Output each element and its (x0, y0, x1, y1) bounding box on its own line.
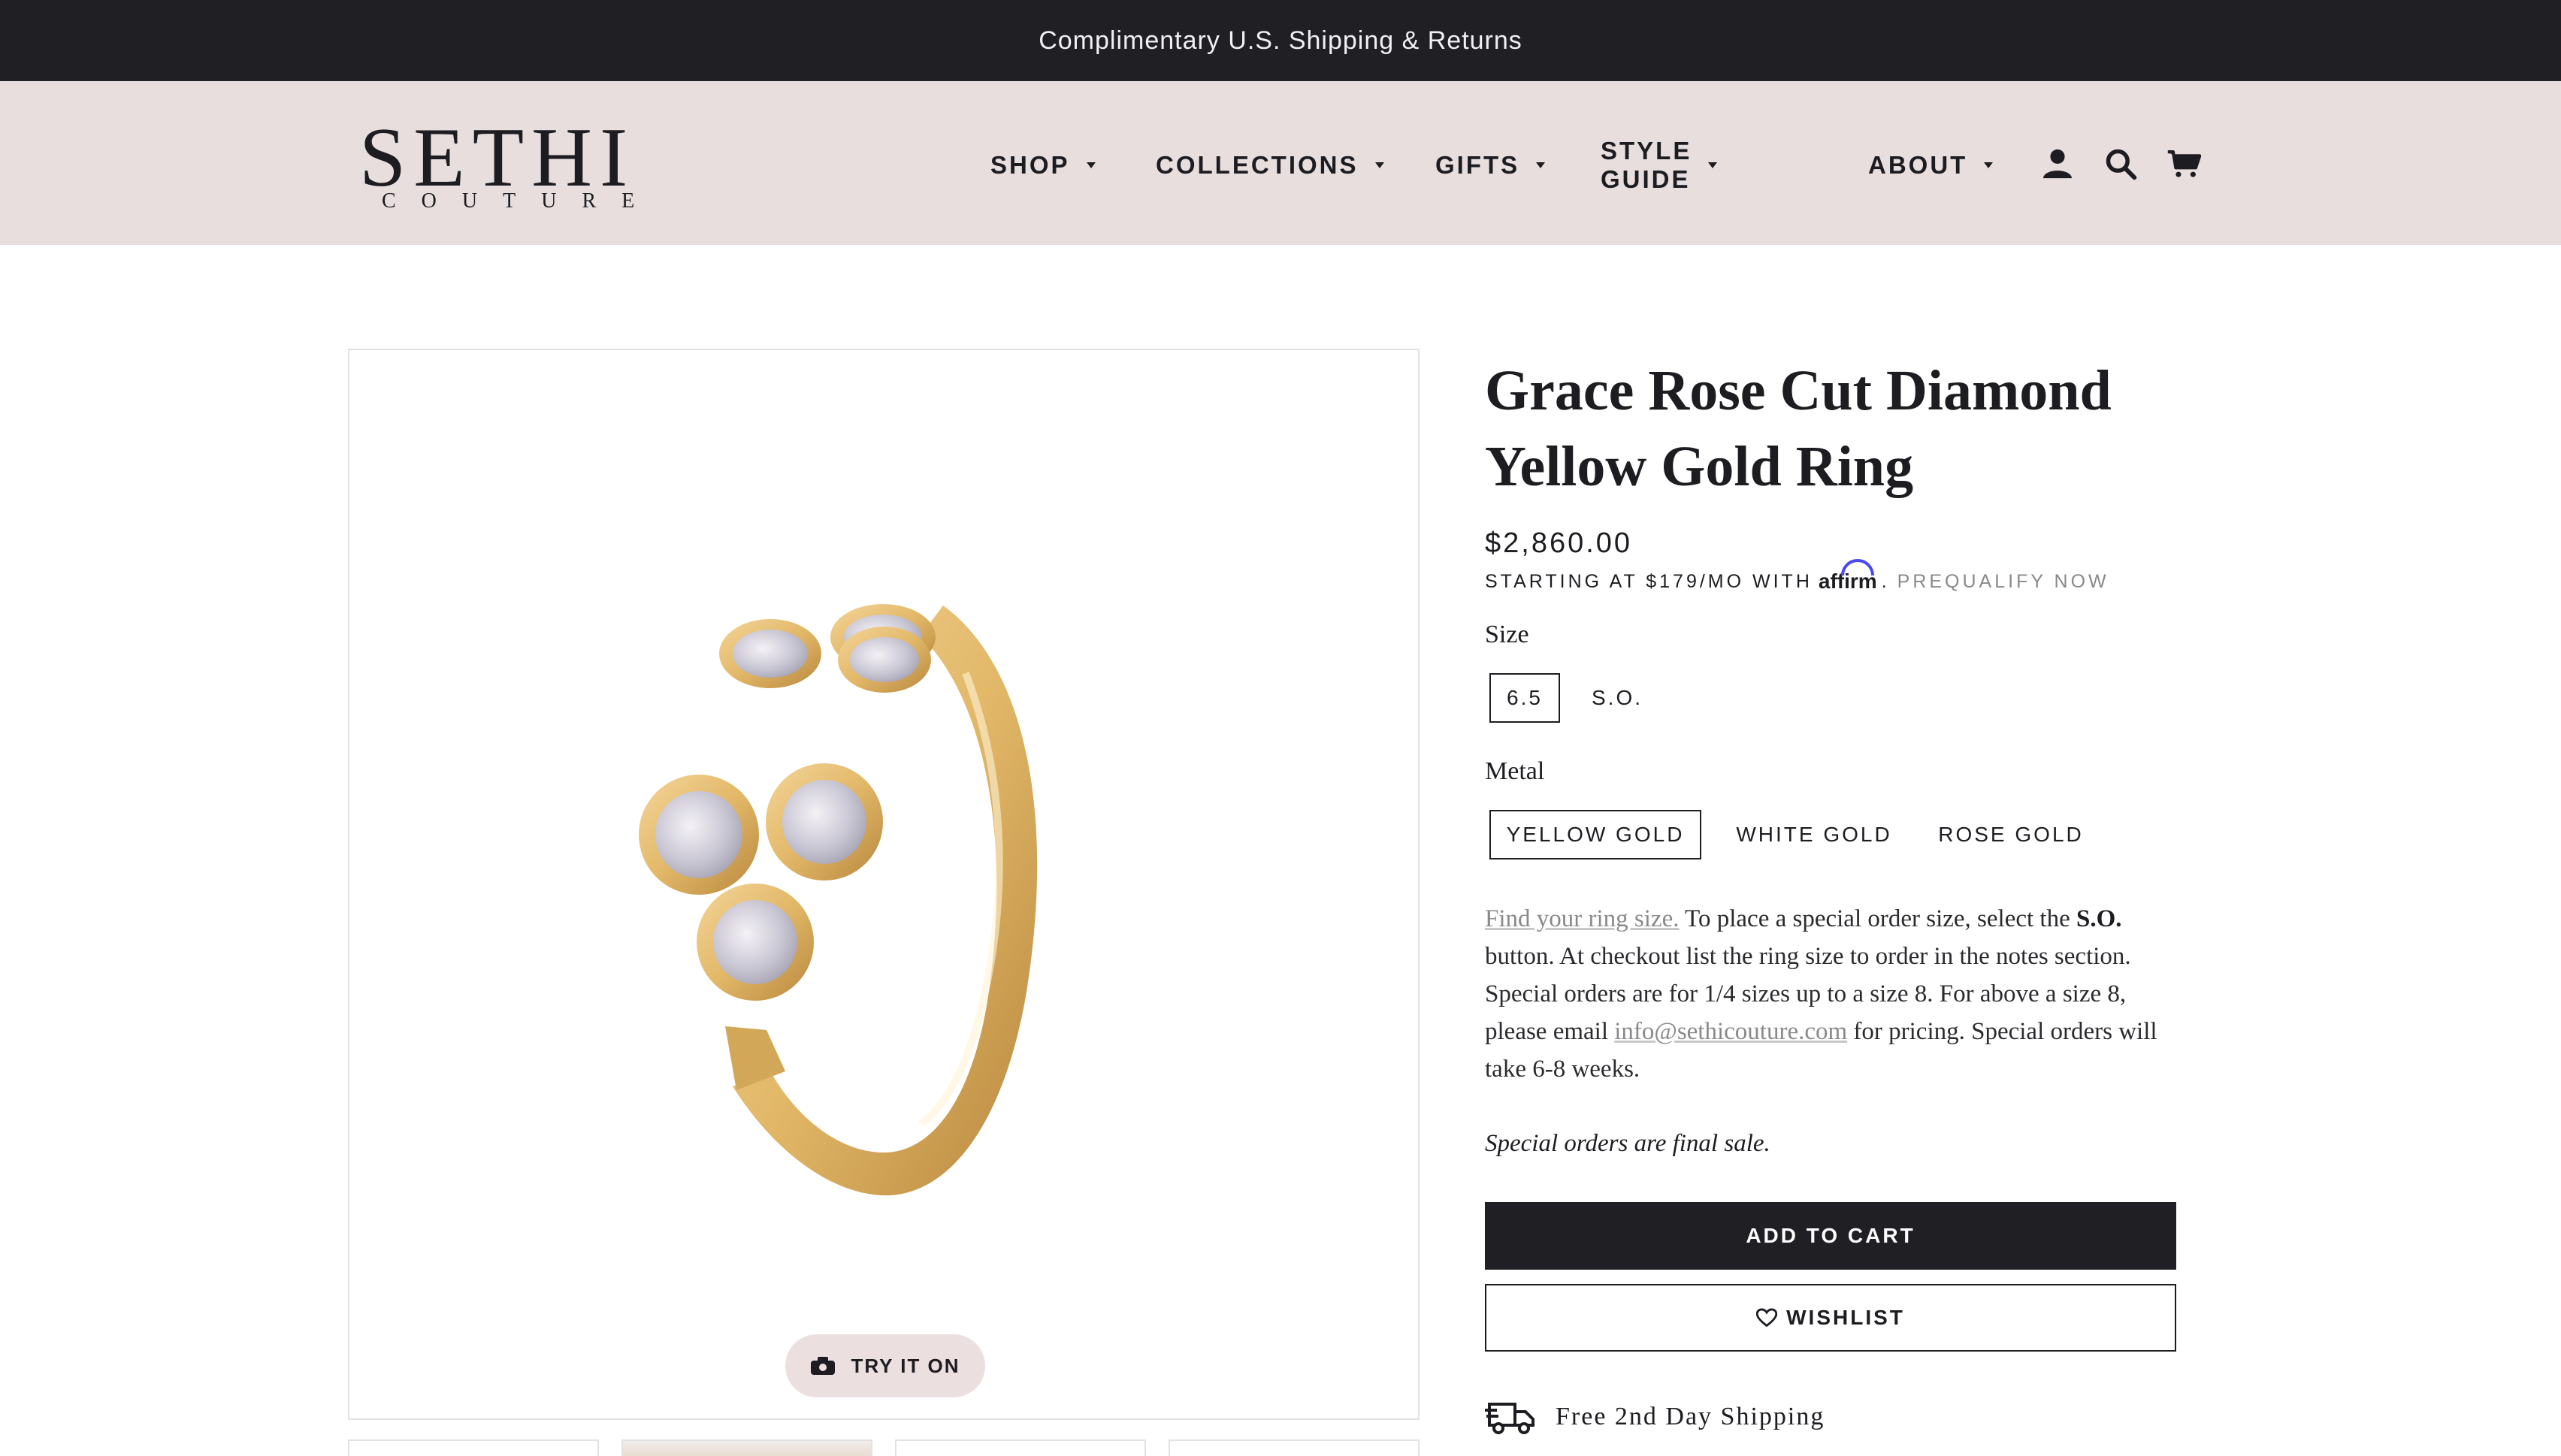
metal-option-white-gold[interactable]: WHITE GOLD (1716, 810, 1912, 859)
try-it-on-label: TRY IT ON (851, 1354, 960, 1377)
affirm-logo: affirm (1819, 559, 1877, 594)
thumbnail-3[interactable] (895, 1439, 1146, 1456)
nav-style-guide-label: STYLE GUIDE (1601, 137, 1692, 193)
nav-shop-label: SHOP (990, 151, 1070, 179)
chevron-down-icon (1984, 162, 1994, 168)
email-link[interactable]: info@sethicouture.com (1614, 1018, 1847, 1045)
description-so: S.O. (2076, 905, 2122, 932)
announcement-text: Complimentary U.S. Shipping & Returns (1039, 26, 1522, 55)
final-sale-note: Special orders are final sale. (1485, 1130, 1770, 1157)
chevron-down-icon (1708, 162, 1718, 168)
logo[interactable]: SETHI COUTURE (359, 111, 661, 213)
nav-gifts-label: GIFTS (1435, 151, 1520, 179)
nav-gifts[interactable]: GIFTS (1435, 150, 1546, 180)
cart-icon[interactable] (2164, 144, 2203, 183)
chevron-down-icon (1374, 162, 1384, 168)
product-title-line2: Yellow Gold Ring (1485, 435, 1914, 498)
thumbnail-2[interactable] (621, 1439, 872, 1456)
description-part1: To place a special order size, select th… (1679, 905, 2076, 932)
wishlist-button[interactable]: WISHLIST (1485, 1284, 2176, 1352)
announcement-bar: Complimentary U.S. Shipping & Returns (0, 0, 2561, 81)
product-image-ring (639, 604, 1038, 1196)
add-to-cart-button[interactable]: ADD TO CART (1485, 1202, 2176, 1270)
delivery-truck-icon (1485, 1403, 1534, 1434)
size-label: Size (1485, 621, 1529, 648)
prequalify-link[interactable]: PREQUALIFY NOW (1897, 571, 2109, 593)
site-header: SETHI COUTURE SHOP COLLECTIONS GIFTS STY… (0, 81, 2561, 245)
size-option-so[interactable]: S.O. (1571, 673, 1664, 723)
wishlist-label: WISHLIST (1786, 1306, 1905, 1329)
nav-shop[interactable]: SHOP (990, 150, 1096, 180)
size-option-6-5[interactable]: 6.5 (1489, 673, 1560, 723)
nav-style-guide[interactable]: STYLE GUIDE (1601, 137, 1718, 193)
thumbnail-1[interactable] (348, 1439, 599, 1456)
thumbnail-strip (348, 1439, 1420, 1456)
add-to-cart-label: ADD TO CART (1746, 1224, 1915, 1247)
chevron-down-icon (1536, 162, 1546, 168)
search-icon[interactable] (2101, 144, 2140, 183)
nav-about[interactable]: ABOUT (1868, 150, 1994, 180)
metal-label: Metal (1485, 757, 1545, 785)
thumbnail-4[interactable] (1169, 1439, 1420, 1456)
find-ring-size-link[interactable]: Find your ring size. (1485, 905, 1679, 932)
shipping-label: Free 2nd Day Shipping (1556, 1403, 1825, 1430)
try-it-on-button[interactable]: TRY IT ON (785, 1334, 985, 1397)
nav-collections[interactable]: COLLECTIONS (1156, 150, 1384, 180)
affirm-prefix: STARTING AT $179/MO WITH (1485, 570, 1813, 592)
affirm-suffix: . (1881, 570, 1890, 592)
metal-option-rose-gold[interactable]: ROSE GOLD (1921, 810, 2101, 859)
product-title: Grace Rose Cut Diamond Yellow Gold Ring (1485, 353, 2176, 505)
special-order-description: Find your ring size. To place a special … (1485, 900, 2176, 1088)
affirm-financing: STARTING AT $179/MO WITH affirm . PREQUA… (1485, 559, 2109, 594)
logo-main: SETHI (359, 111, 636, 204)
nav-about-label: ABOUT (1868, 151, 1968, 179)
heart-icon (1756, 1308, 1778, 1328)
metal-option-yellow-gold[interactable]: YELLOW GOLD (1489, 810, 1701, 859)
product-title-line1: Grace Rose Cut Diamond (1485, 359, 2112, 422)
shipping-info: Free 2nd Day Shipping (1485, 1394, 1825, 1439)
product-price: $2,860.00 (1485, 527, 1633, 559)
logo-sub: COUTURE (382, 189, 661, 213)
account-icon[interactable] (2038, 144, 2077, 183)
nav-collections-label: COLLECTIONS (1156, 151, 1359, 179)
product-image-frame[interactable]: TRY IT ON (348, 349, 1420, 1420)
chevron-down-icon (1086, 162, 1096, 168)
camera-icon (811, 1357, 836, 1375)
